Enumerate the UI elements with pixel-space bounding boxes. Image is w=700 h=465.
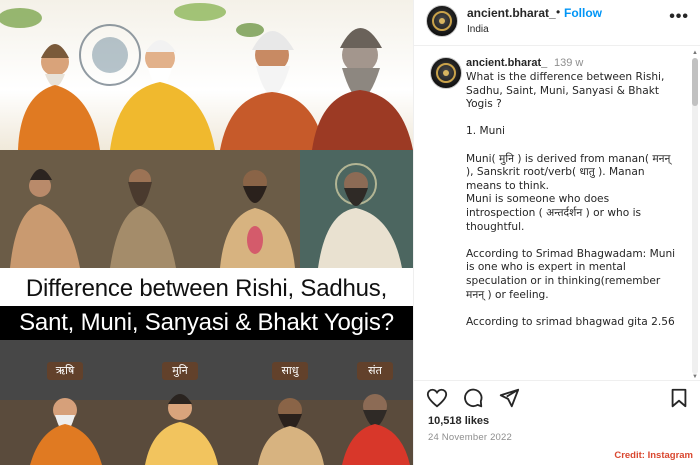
caption-line: Muni( मुनि ) is derived from manan( मनन्… bbox=[466, 152, 671, 192]
caption-avatar[interactable] bbox=[430, 57, 462, 89]
image-label-rishi: ऋषि bbox=[47, 362, 83, 380]
image-label-muni: मुनि bbox=[162, 362, 198, 380]
credit-caption: Credit: Instagram bbox=[614, 450, 693, 461]
image-headline-line-2: Sant, Muni, Sanyasi & Bhakt Yogis? bbox=[0, 306, 413, 340]
caption-timestamp[interactable]: 139 w bbox=[554, 57, 583, 69]
caption-line: According to Srimad Bhagwadam: Muni is o… bbox=[466, 247, 676, 301]
image-headline-line-1: Difference between Rishi, Sadhus, bbox=[0, 272, 413, 306]
caption-line: According to srimad bhagwad gita 2.56 bbox=[466, 315, 675, 328]
image-panel-painting bbox=[0, 150, 413, 268]
more-horizontal-icon[interactable]: ••• bbox=[669, 8, 689, 26]
likes-count[interactable]: 10,518 likes bbox=[428, 415, 489, 427]
post-image[interactable]: Difference between Rishi, Sadhus, Sant, … bbox=[0, 0, 413, 465]
sages-illustration bbox=[0, 3, 413, 150]
location-link[interactable]: India bbox=[467, 24, 489, 35]
caption-text: What is the difference between Rishi, Sa… bbox=[466, 71, 680, 329]
share-icon[interactable] bbox=[498, 387, 520, 409]
labeled-figures-illustration bbox=[0, 340, 413, 465]
scrollbar-thumb[interactable] bbox=[692, 58, 698, 106]
caption-line: Muni is someone who does introspection (… bbox=[466, 193, 642, 233]
header-username[interactable]: ancient.bharat_ bbox=[467, 6, 556, 20]
image-label-sadhu: साधु bbox=[272, 362, 308, 380]
separator-dot: • bbox=[556, 5, 561, 19]
heart-icon[interactable] bbox=[426, 387, 448, 409]
post-sidebar: ancient.bharat_ • Follow India ••• ancie… bbox=[413, 0, 700, 465]
caption-line: 1. Muni bbox=[466, 125, 505, 138]
image-label-sant: संत bbox=[357, 362, 393, 380]
caption-line: What is the difference between Rishi, Sa… bbox=[466, 71, 665, 111]
comment-icon[interactable] bbox=[462, 387, 484, 409]
bookmark-icon[interactable] bbox=[668, 387, 690, 409]
scroll-up-arrow-icon[interactable]: ▲ bbox=[692, 50, 698, 56]
caption-username[interactable]: ancient.bharat_ bbox=[466, 57, 547, 69]
image-panel-labeled-figures bbox=[0, 340, 413, 465]
image-panel-sages-illustration bbox=[0, 0, 413, 150]
post-date[interactable]: 24 November 2022 bbox=[428, 432, 512, 443]
post-header: ancient.bharat_ • Follow India ••• bbox=[414, 0, 700, 46]
follow-button[interactable]: Follow bbox=[564, 6, 602, 20]
actions-bar: 10,518 likes 24 November 2022 Credit: In… bbox=[414, 380, 700, 465]
profile-avatar[interactable] bbox=[426, 5, 458, 37]
painting-illustration bbox=[0, 150, 413, 268]
caption-scrollbar[interactable] bbox=[692, 58, 698, 374]
caption-area: ancient.bharat_ 139 w What is the differ… bbox=[414, 47, 692, 377]
